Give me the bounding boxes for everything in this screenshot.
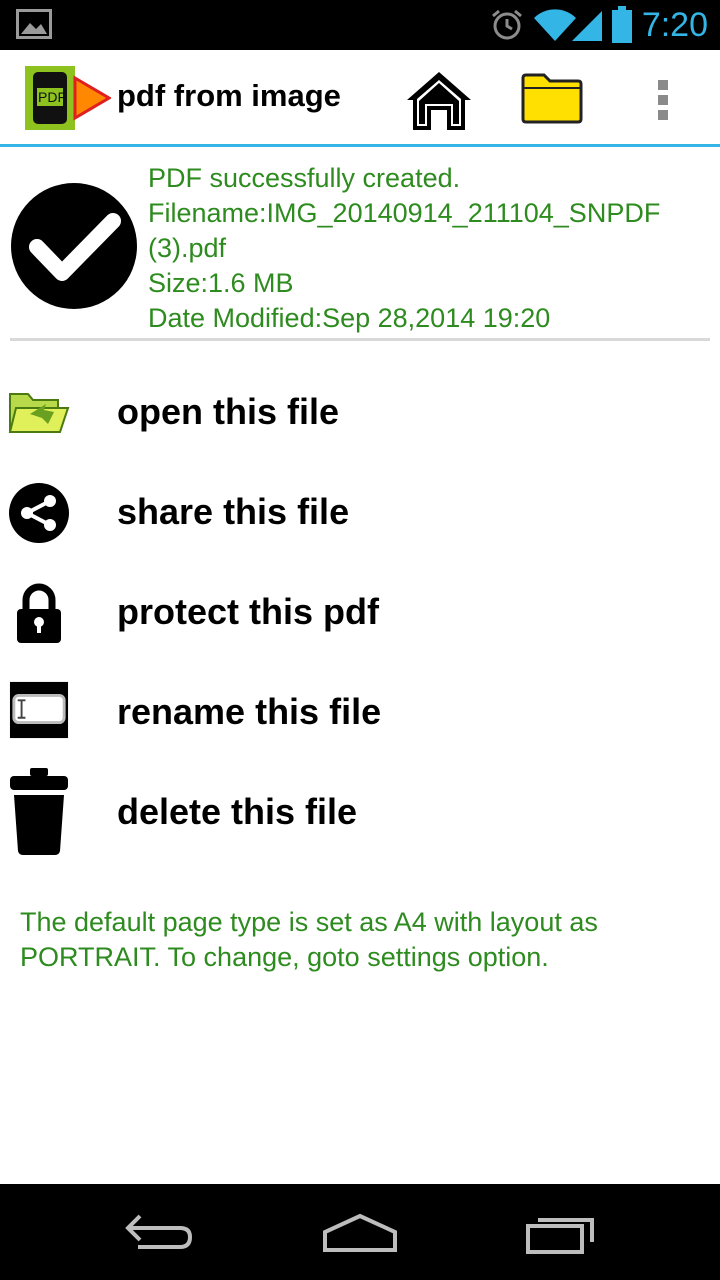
- open-file-item[interactable]: open this file: [0, 362, 720, 462]
- open-folder-icon: [8, 393, 70, 433]
- page-settings-note: The default page type is set as A4 with …: [20, 907, 598, 972]
- result-text: PDF successfully created. Filename:IMG_2…: [148, 161, 718, 336]
- app-logo-icon: PDF: [25, 66, 112, 130]
- status-time: 7:20: [641, 6, 708, 44]
- navigation-bar: [0, 1184, 720, 1280]
- home-icon[interactable]: [405, 70, 473, 132]
- protect-pdf-label: protect this pdf: [117, 591, 379, 632]
- filename-line: Filename:IMG_20140914_211104_SNPDF: [148, 198, 661, 228]
- share-file-label: share this file: [117, 491, 350, 532]
- recent-apps-icon[interactable]: [510, 1204, 610, 1260]
- delete-file-label: delete this file: [117, 791, 358, 832]
- trash-icon: [10, 768, 68, 855]
- rename-icon: [9, 681, 69, 739]
- home-nav-icon[interactable]: [310, 1204, 410, 1260]
- status-bar: 7:20: [0, 0, 720, 50]
- rename-file-item[interactable]: rename this file: [0, 662, 720, 762]
- filename-line-cont: (3).pdf: [148, 233, 227, 263]
- divider: [10, 338, 710, 341]
- share-file-item[interactable]: share this file: [0, 462, 720, 562]
- delete-file-item[interactable]: delete this file: [0, 762, 720, 862]
- signal-icon: [572, 11, 602, 41]
- checkmark-icon: [11, 183, 137, 309]
- battery-icon: [612, 6, 632, 43]
- folder-icon[interactable]: [520, 72, 584, 124]
- lock-icon: [17, 583, 61, 643]
- app-logo-text: PDF: [38, 89, 66, 105]
- back-icon[interactable]: [110, 1204, 210, 1260]
- protect-pdf-item[interactable]: protect this pdf: [0, 562, 720, 662]
- result-panel: PDF successfully created. Filename:IMG_2…: [0, 147, 720, 337]
- open-file-label: open this file: [117, 391, 340, 432]
- date-modified-line: Date Modified:Sep 28,2014 19:20: [148, 303, 551, 333]
- alarm-icon: [492, 9, 522, 40]
- app-title: pdf from image: [117, 78, 341, 113]
- overflow-menu-icon[interactable]: [656, 78, 670, 122]
- size-line: Size:1.6 MB: [148, 268, 294, 298]
- success-message: PDF successfully created.: [148, 163, 461, 193]
- share-icon: [9, 483, 69, 543]
- rename-file-label: rename this file: [117, 691, 382, 732]
- image-notification-icon: [16, 9, 52, 39]
- action-bar: PDF pdf from image: [0, 50, 720, 147]
